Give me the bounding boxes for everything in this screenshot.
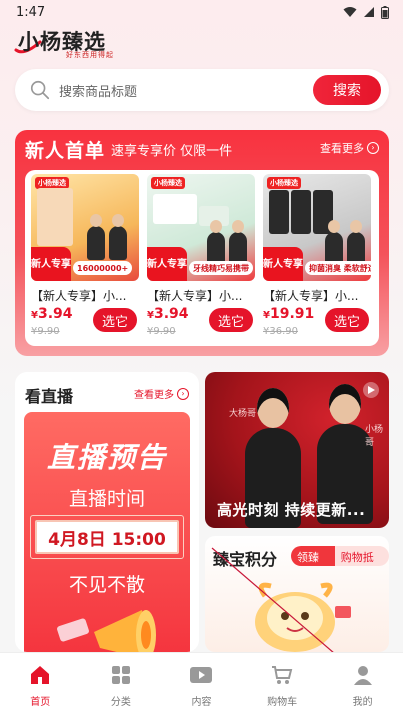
search-button[interactable]: 搜索 bbox=[313, 75, 381, 105]
live-title: 看直播 bbox=[25, 387, 74, 406]
person-figure bbox=[109, 214, 127, 260]
select-button[interactable]: 选它 bbox=[209, 308, 253, 332]
tab-label: 分类 bbox=[110, 697, 131, 708]
chevron-right-icon: › bbox=[367, 142, 379, 154]
tab-profile[interactable]: 我的 bbox=[322, 653, 403, 716]
product-card[interactable]: 小杨臻选 新人专享 抑菌消臭 柔软舒适 【新人专享】小... ¥19.91 ¥3… bbox=[263, 174, 371, 342]
product-image[interactable]: 小杨臻选 新人专享 16000000+ bbox=[31, 174, 139, 281]
tab-cart[interactable]: 购物车 bbox=[242, 653, 323, 716]
product-name: 【新人专享】小... bbox=[31, 289, 127, 303]
original-price: ¥36.90 bbox=[263, 326, 298, 337]
chevron-right-icon: › bbox=[177, 387, 189, 400]
left-host-name: 大杨哥 bbox=[229, 409, 257, 419]
right-host-name: 小杨哥 bbox=[365, 425, 384, 448]
status-bar: 1:47 bbox=[0, 0, 403, 24]
newcomer-header: 新人首单 速享专享价 仅限一件 查看更多 › bbox=[15, 130, 389, 166]
product-pack bbox=[291, 190, 311, 234]
product-card[interactable]: 小杨臻选 新人专享 16000000+ 【新人专享】小... ¥3.94 ¥9.… bbox=[31, 174, 139, 342]
home-icon bbox=[31, 666, 50, 684]
product-pack bbox=[153, 194, 197, 224]
product-card[interactable]: 小杨臻选 新人专享 牙线精巧易携带 【新人专享】小... ¥3.94 ¥9.90… bbox=[147, 174, 255, 342]
brand-logo: 小杨臻选 好东西用得起 bbox=[14, 26, 134, 62]
newcomer-subtitle: 速享专享价 仅限一件 bbox=[111, 144, 233, 159]
highlight-video-card[interactable]: 大杨哥 小杨哥 高光时刻 持续更新... bbox=[205, 372, 389, 528]
status-time: 1:47 bbox=[16, 4, 46, 20]
person-figure bbox=[87, 214, 105, 260]
product-image[interactable]: 小杨臻选 新人专享 牙线精巧易携带 bbox=[147, 174, 255, 281]
live-preview-poster[interactable]: 直播预告 直播时间 4月8日 15:00 不见不散 bbox=[24, 412, 190, 652]
search-icon bbox=[30, 80, 50, 100]
brand-tag: 小杨臻选 bbox=[151, 177, 185, 189]
search-bar[interactable]: 搜索商品标题 搜索 bbox=[15, 69, 389, 111]
poster-date: 4月8日 15:00 bbox=[35, 520, 179, 554]
tab-label: 首页 bbox=[30, 697, 51, 708]
tab-content[interactable]: 内容 bbox=[161, 653, 242, 716]
newcomer-title: 新人首单 bbox=[25, 140, 106, 162]
original-price: ¥9.90 bbox=[31, 326, 60, 337]
points-title: 臻宝积分 bbox=[213, 550, 278, 569]
select-button[interactable]: 选它 bbox=[325, 308, 369, 332]
product-image[interactable]: 小杨臻选 新人专享 抑菌消臭 柔软舒适 bbox=[263, 174, 371, 281]
points-tag-claim: 领臻宝 bbox=[291, 546, 335, 566]
tab-category[interactable]: 分类 bbox=[81, 653, 162, 716]
video-icon bbox=[190, 667, 213, 683]
tab-label: 购物车 bbox=[267, 697, 298, 708]
points-tag-deduct: 购物抵扣 bbox=[334, 546, 389, 566]
newcomer-section: 新人首单 速享专享价 仅限一件 查看更多 › 小杨臻选 新人专享 1600000… bbox=[15, 130, 389, 356]
price-row: ¥3.94 ¥9.90 选它 bbox=[147, 306, 255, 346]
promo-strip: 抑菌消臭 柔软舒适 bbox=[305, 261, 371, 275]
highlight-caption: 高光时刻 持续更新... bbox=[217, 501, 366, 519]
newcomer-more-label: 查看更多 bbox=[320, 142, 364, 155]
search-input[interactable]: 搜索商品标题 bbox=[59, 81, 313, 100]
new-user-badge: 新人专享 bbox=[263, 247, 303, 281]
points-tag[interactable]: 领臻宝 购物抵扣 bbox=[291, 546, 389, 566]
status-icons bbox=[343, 5, 389, 19]
promo-strip: 牙线精巧易携带 bbox=[189, 261, 253, 275]
product-name: 【新人专享】小... bbox=[263, 289, 359, 303]
live-more-link[interactable]: 查看更多 › bbox=[134, 386, 189, 401]
live-section[interactable]: 看直播 查看更多 › 直播预告 直播时间 4月8日 15:00 不见不散 bbox=[15, 372, 199, 652]
promo-strip: 16000000+ bbox=[73, 261, 133, 275]
mascot-image bbox=[255, 582, 351, 652]
tab-home[interactable]: 首页 bbox=[0, 653, 81, 716]
product-price: ¥19.91 bbox=[263, 306, 315, 322]
battery-icon bbox=[381, 5, 389, 19]
newcomer-more-link[interactable]: 查看更多 › bbox=[320, 140, 379, 156]
signal-icon bbox=[364, 7, 374, 17]
brand-tag: 小杨臻选 bbox=[267, 177, 301, 189]
select-button[interactable]: 选它 bbox=[93, 308, 137, 332]
live-more-label: 查看更多 bbox=[134, 390, 174, 401]
product-pack bbox=[37, 188, 73, 246]
poster-headline: 直播预告 bbox=[46, 441, 167, 474]
points-card[interactable]: 臻宝积分 领臻宝 购物抵扣 bbox=[205, 536, 389, 652]
play-icon[interactable] bbox=[363, 382, 379, 398]
tab-label: 我的 bbox=[352, 697, 373, 708]
poster-time-label: 直播时间 bbox=[68, 488, 145, 510]
newcomer-product-list: 小杨臻选 新人专享 16000000+ 【新人专享】小... ¥3.94 ¥9.… bbox=[25, 170, 379, 346]
profile-icon bbox=[353, 666, 372, 685]
product-name: 【新人专享】小... bbox=[147, 289, 243, 303]
new-user-badge: 新人专享 bbox=[31, 247, 71, 281]
cart-icon bbox=[272, 666, 293, 684]
wifi-icon bbox=[343, 7, 357, 17]
product-price: ¥3.94 bbox=[31, 306, 73, 322]
new-user-badge: 新人专享 bbox=[147, 247, 187, 281]
bottom-tab-bar: 首页 分类 内容 购物车 我的 bbox=[0, 652, 403, 716]
original-price: ¥9.90 bbox=[147, 326, 176, 337]
product-pack bbox=[269, 190, 289, 234]
category-icon bbox=[111, 666, 130, 684]
brand-tagline: 好东西用得起 bbox=[66, 51, 114, 59]
price-row: ¥3.94 ¥9.90 选它 bbox=[31, 306, 139, 346]
megaphone-icon bbox=[57, 610, 156, 652]
tab-label: 内容 bbox=[191, 697, 212, 708]
poster-slogan: 不见不散 bbox=[68, 574, 145, 596]
product-price: ¥3.94 bbox=[147, 306, 189, 322]
price-row: ¥19.91 ¥36.90 选它 bbox=[263, 306, 371, 346]
